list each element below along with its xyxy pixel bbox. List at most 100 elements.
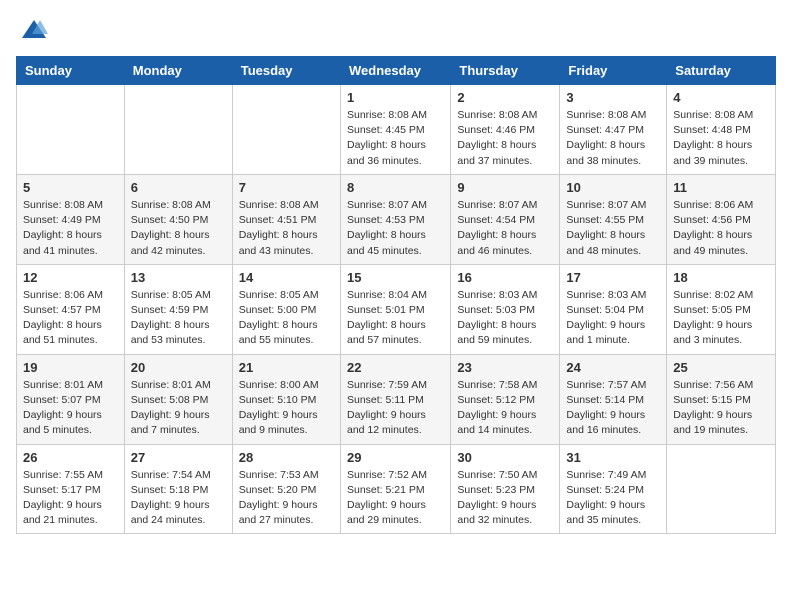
day-info: Sunrise: 8:01 AMSunset: 5:07 PMDaylight:… [23,378,118,439]
day-number: 6 [131,180,226,195]
calendar-cell: 24Sunrise: 7:57 AMSunset: 5:14 PMDayligh… [560,354,667,444]
day-info: Sunrise: 7:53 AMSunset: 5:20 PMDaylight:… [239,468,334,529]
day-number: 20 [131,360,226,375]
day-number: 25 [673,360,769,375]
day-number: 2 [457,90,553,105]
weekday-header: Saturday [667,57,776,85]
day-number: 16 [457,270,553,285]
calendar-cell [667,444,776,534]
day-number: 9 [457,180,553,195]
day-number: 17 [566,270,660,285]
calendar-week-row: 1 Sunrise: 8:08 AMSunset: 4:45 PMDaylight… [17,85,776,175]
day-info: Sunrise: 8:07 AMSunset: 4:55 PMDaylight:… [566,198,660,259]
calendar-week-row: 5 Sunrise: 8:08 AMSunset: 4:49 PMDaylight… [17,174,776,264]
calendar-header-row: SundayMondayTuesdayWednesdayThursdayFrid… [17,57,776,85]
day-info: Sunrise: 8:08 AMSunset: 4:50 PMDaylight:… [131,198,226,259]
weekday-header: Wednesday [340,57,450,85]
day-number: 27 [131,450,226,465]
day-number: 14 [239,270,334,285]
calendar-cell [17,85,125,175]
day-number: 28 [239,450,334,465]
page-header [16,16,776,44]
day-info: Sunrise: 7:52 AMSunset: 5:21 PMDaylight:… [347,468,444,529]
day-info: Sunrise: 8:01 AMSunset: 5:08 PMDaylight:… [131,378,226,439]
day-number: 10 [566,180,660,195]
day-info: Sunrise: 7:56 AMSunset: 5:15 PMDaylight:… [673,378,769,439]
day-info: Sunrise: 8:08 AMSunset: 4:47 PMDaylight:… [566,108,660,169]
day-info: Sunrise: 8:08 AMSunset: 4:46 PMDaylight:… [457,108,553,169]
day-number: 8 [347,180,444,195]
calendar-cell: 28 Sunrise: 7:53 AMSunset: 5:20 PMDayligh… [232,444,340,534]
calendar-cell: 21 Sunrise: 8:00 AMSunset: 5:10 PMDayligh… [232,354,340,444]
calendar-cell: 23Sunrise: 7:58 AMSunset: 5:12 PMDayligh… [451,354,560,444]
weekday-header: Sunday [17,57,125,85]
day-number: 15 [347,270,444,285]
calendar-cell: 17 Sunrise: 8:03 AMSunset: 5:04 PMDayligh… [560,264,667,354]
day-info: Sunrise: 8:08 AMSunset: 4:45 PMDaylight:… [347,108,444,169]
calendar-cell: 8Sunrise: 8:07 AMSunset: 4:53 PMDaylight… [340,174,450,264]
day-number: 26 [23,450,118,465]
day-info: Sunrise: 8:04 AMSunset: 5:01 PMDaylight:… [347,288,444,349]
day-number: 12 [23,270,118,285]
day-info: Sunrise: 8:07 AMSunset: 4:54 PMDaylight:… [457,198,553,259]
calendar-week-row: 26Sunrise: 7:55 AMSunset: 5:17 PMDayligh… [17,444,776,534]
day-info: Sunrise: 7:54 AMSunset: 5:18 PMDaylight:… [131,468,226,529]
calendar-cell: 1 Sunrise: 8:08 AMSunset: 4:45 PMDaylight… [340,85,450,175]
calendar-cell: 27 Sunrise: 7:54 AMSunset: 5:18 PMDayligh… [124,444,232,534]
calendar-cell: 6 Sunrise: 8:08 AMSunset: 4:50 PMDaylight… [124,174,232,264]
calendar-cell: 15 Sunrise: 8:04 AMSunset: 5:01 PMDayligh… [340,264,450,354]
calendar-cell: 5 Sunrise: 8:08 AMSunset: 4:49 PMDaylight… [17,174,125,264]
day-info: Sunrise: 7:59 AMSunset: 5:11 PMDaylight:… [347,378,444,439]
calendar-cell: 12Sunrise: 8:06 AMSunset: 4:57 PMDayligh… [17,264,125,354]
logo-icon [20,16,48,44]
day-number: 29 [347,450,444,465]
day-info: Sunrise: 7:49 AMSunset: 5:24 PMDaylight:… [566,468,660,529]
day-number: 23 [457,360,553,375]
day-info: Sunrise: 8:00 AMSunset: 5:10 PMDaylight:… [239,378,334,439]
day-number: 21 [239,360,334,375]
calendar-cell: 13Sunrise: 8:05 AMSunset: 4:59 PMDayligh… [124,264,232,354]
calendar-cell: 25 Sunrise: 7:56 AMSunset: 5:15 PMDayligh… [667,354,776,444]
calendar-cell [124,85,232,175]
calendar-cell: 20 Sunrise: 8:01 AMSunset: 5:08 PMDayligh… [124,354,232,444]
calendar-cell: 22 Sunrise: 7:59 AMSunset: 5:11 PMDayligh… [340,354,450,444]
weekday-header: Tuesday [232,57,340,85]
day-info: Sunrise: 8:03 AMSunset: 5:04 PMDaylight:… [566,288,660,349]
day-info: Sunrise: 8:08 AMSunset: 4:49 PMDaylight:… [23,198,118,259]
logo [16,16,48,44]
day-number: 7 [239,180,334,195]
day-number: 24 [566,360,660,375]
calendar-table: SundayMondayTuesdayWednesdayThursdayFrid… [16,56,776,534]
day-number: 5 [23,180,118,195]
day-info: Sunrise: 8:08 AMSunset: 4:51 PMDaylight:… [239,198,334,259]
day-info: Sunrise: 8:03 AMSunset: 5:03 PMDaylight:… [457,288,553,349]
calendar-cell: 16 Sunrise: 8:03 AMSunset: 5:03 PMDayligh… [451,264,560,354]
calendar-week-row: 12Sunrise: 8:06 AMSunset: 4:57 PMDayligh… [17,264,776,354]
calendar-week-row: 19Sunrise: 8:01 AMSunset: 5:07 PMDayligh… [17,354,776,444]
day-number: 4 [673,90,769,105]
calendar-cell [232,85,340,175]
day-number: 1 [347,90,444,105]
weekday-header: Monday [124,57,232,85]
day-number: 30 [457,450,553,465]
calendar-cell: 26Sunrise: 7:55 AMSunset: 5:17 PMDayligh… [17,444,125,534]
weekday-header: Thursday [451,57,560,85]
weekday-header: Friday [560,57,667,85]
day-info: Sunrise: 8:05 AMSunset: 5:00 PMDaylight:… [239,288,334,349]
day-info: Sunrise: 8:02 AMSunset: 5:05 PMDaylight:… [673,288,769,349]
calendar-cell: 18 Sunrise: 8:02 AMSunset: 5:05 PMDayligh… [667,264,776,354]
day-number: 31 [566,450,660,465]
calendar-cell: 19Sunrise: 8:01 AMSunset: 5:07 PMDayligh… [17,354,125,444]
day-number: 18 [673,270,769,285]
day-info: Sunrise: 8:08 AMSunset: 4:48 PMDaylight:… [673,108,769,169]
day-number: 22 [347,360,444,375]
calendar-cell: 2 Sunrise: 8:08 AMSunset: 4:46 PMDaylight… [451,85,560,175]
day-info: Sunrise: 8:05 AMSunset: 4:59 PMDaylight:… [131,288,226,349]
calendar-cell: 10 Sunrise: 8:07 AMSunset: 4:55 PMDayligh… [560,174,667,264]
calendar-cell: 14 Sunrise: 8:05 AMSunset: 5:00 PMDayligh… [232,264,340,354]
calendar-cell: 9 Sunrise: 8:07 AMSunset: 4:54 PMDaylight… [451,174,560,264]
calendar-cell: 7 Sunrise: 8:08 AMSunset: 4:51 PMDaylight… [232,174,340,264]
calendar-cell: 4 Sunrise: 8:08 AMSunset: 4:48 PMDaylight… [667,85,776,175]
calendar-cell: 30Sunrise: 7:50 AMSunset: 5:23 PMDayligh… [451,444,560,534]
day-number: 3 [566,90,660,105]
